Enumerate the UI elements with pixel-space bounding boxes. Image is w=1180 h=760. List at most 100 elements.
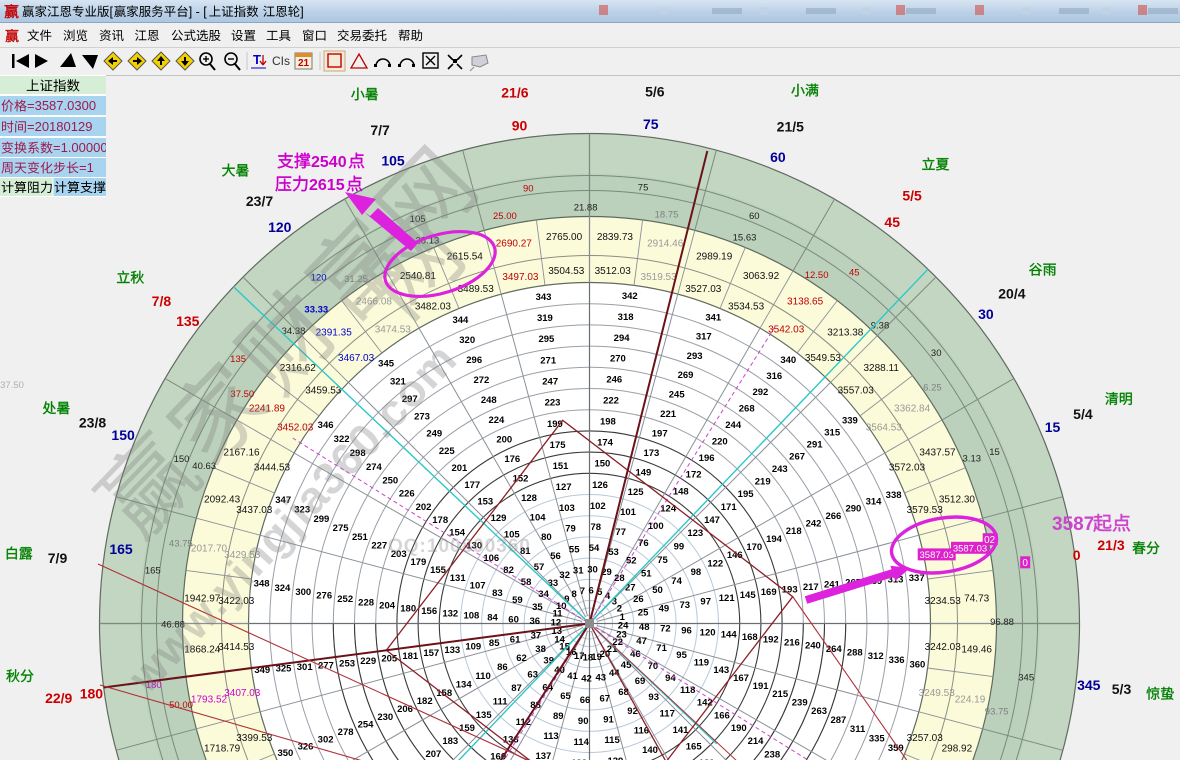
- svg-text:337: 337: [909, 573, 925, 584]
- svg-text:98: 98: [691, 567, 702, 578]
- svg-text:3527.03: 3527.03: [685, 284, 722, 295]
- svg-text:315: 315: [824, 427, 841, 438]
- svg-text:153: 153: [477, 497, 493, 508]
- svg-text:105: 105: [381, 153, 405, 169]
- svg-text:149.46: 149.46: [961, 644, 992, 655]
- svg-text:71: 71: [656, 643, 667, 654]
- svg-text:96.88: 96.88: [990, 617, 1014, 628]
- svg-text:118: 118: [680, 685, 695, 696]
- svg-text:6: 6: [588, 585, 593, 596]
- svg-text:192: 192: [763, 635, 779, 646]
- svg-text:5/6: 5/6: [645, 84, 665, 100]
- svg-text:94: 94: [665, 673, 676, 684]
- svg-text:3362.84: 3362.84: [894, 403, 931, 414]
- svg-text:3257.03: 3257.03: [907, 733, 944, 744]
- svg-text:30: 30: [978, 306, 994, 322]
- svg-text:342: 342: [622, 291, 638, 302]
- svg-text:31: 31: [573, 565, 584, 576]
- svg-text:47: 47: [636, 636, 647, 647]
- svg-text:43.75: 43.75: [169, 539, 193, 550]
- svg-text:252: 252: [337, 594, 353, 605]
- svg-text:215: 215: [772, 689, 789, 700]
- svg-text:21/3: 21/3: [1097, 537, 1124, 553]
- svg-text:278: 278: [338, 727, 354, 738]
- svg-text:320: 320: [459, 335, 475, 346]
- svg-text:8: 8: [571, 589, 576, 600]
- svg-text:3512.30: 3512.30: [939, 494, 976, 505]
- svg-text:311: 311: [850, 724, 866, 735]
- svg-text:91: 91: [603, 714, 614, 725]
- svg-text:198: 198: [600, 417, 616, 428]
- svg-text:58: 58: [521, 577, 532, 588]
- svg-text:270: 270: [610, 354, 626, 365]
- svg-text:165: 165: [109, 541, 133, 557]
- svg-text:176: 176: [504, 454, 520, 465]
- svg-text:15: 15: [989, 447, 1000, 458]
- svg-text:120: 120: [268, 219, 292, 235]
- svg-text:3063.92: 3063.92: [743, 271, 780, 282]
- svg-text:56: 56: [550, 551, 561, 562]
- svg-text:33.33: 33.33: [304, 305, 328, 316]
- svg-text:182: 182: [417, 696, 433, 707]
- svg-text:345: 345: [378, 359, 395, 370]
- svg-text:89: 89: [553, 711, 564, 722]
- svg-text:319: 319: [537, 313, 553, 324]
- svg-text:39: 39: [543, 656, 554, 667]
- svg-text:150: 150: [594, 459, 610, 470]
- svg-text:172: 172: [686, 470, 702, 481]
- svg-text:60: 60: [770, 149, 786, 165]
- svg-text:3.13: 3.13: [963, 454, 982, 465]
- svg-text:335: 335: [869, 733, 886, 744]
- svg-text:52: 52: [626, 556, 637, 567]
- svg-text:345: 345: [1077, 677, 1101, 693]
- svg-text:341: 341: [705, 313, 722, 324]
- svg-text:129: 129: [491, 513, 507, 524]
- svg-text:26: 26: [633, 594, 644, 605]
- svg-text:180: 180: [400, 604, 416, 615]
- svg-text:107: 107: [470, 581, 486, 592]
- svg-text:266: 266: [825, 511, 841, 522]
- svg-text:30: 30: [587, 564, 598, 575]
- svg-text:99: 99: [674, 541, 685, 552]
- svg-text:93.75: 93.75: [985, 706, 1009, 717]
- svg-text:293: 293: [687, 351, 703, 362]
- svg-text:2167.16: 2167.16: [223, 447, 260, 458]
- svg-text:49: 49: [659, 604, 670, 615]
- svg-text:253: 253: [339, 658, 355, 669]
- svg-text:120: 120: [700, 627, 716, 638]
- svg-text:245: 245: [669, 389, 686, 400]
- svg-text:119: 119: [694, 658, 709, 669]
- svg-text:67: 67: [600, 693, 611, 704]
- svg-text:269: 269: [678, 370, 694, 381]
- svg-text:139: 139: [607, 756, 623, 760]
- svg-text:3587.03: 3587.03: [953, 543, 987, 554]
- svg-text:66: 66: [580, 695, 591, 706]
- svg-text:79: 79: [565, 524, 576, 535]
- svg-text:2914.46: 2914.46: [647, 239, 684, 250]
- svg-text:296: 296: [466, 355, 482, 366]
- svg-text:15.63: 15.63: [733, 232, 757, 243]
- svg-text:1793.52: 1793.52: [191, 695, 228, 706]
- svg-text:=1: =1: [79, 160, 94, 175]
- svg-text:21: 21: [298, 58, 310, 69]
- svg-text:195: 195: [738, 489, 755, 500]
- svg-text:178: 178: [432, 515, 448, 526]
- svg-text:5/4: 5/4: [1073, 406, 1093, 422]
- svg-text:224: 224: [488, 415, 505, 426]
- svg-text:225: 225: [439, 446, 456, 457]
- svg-text:100: 100: [648, 521, 664, 532]
- svg-text:340: 340: [780, 355, 796, 366]
- svg-text:82: 82: [503, 565, 514, 576]
- svg-text:QQ:100800360: QQ:100800360: [388, 536, 531, 557]
- svg-text:87: 87: [511, 683, 522, 694]
- svg-text:295: 295: [538, 334, 555, 345]
- svg-text:3414.53: 3414.53: [218, 642, 255, 653]
- svg-text:3549.53: 3549.53: [805, 353, 842, 364]
- svg-text:238: 238: [764, 749, 780, 760]
- svg-text:230: 230: [377, 712, 393, 723]
- svg-text:246: 246: [606, 375, 622, 386]
- svg-text:] - [: ] - [: [189, 5, 208, 19]
- svg-text:117: 117: [660, 708, 675, 719]
- svg-text:3557.03: 3557.03: [838, 386, 875, 397]
- svg-text:317: 317: [696, 332, 712, 343]
